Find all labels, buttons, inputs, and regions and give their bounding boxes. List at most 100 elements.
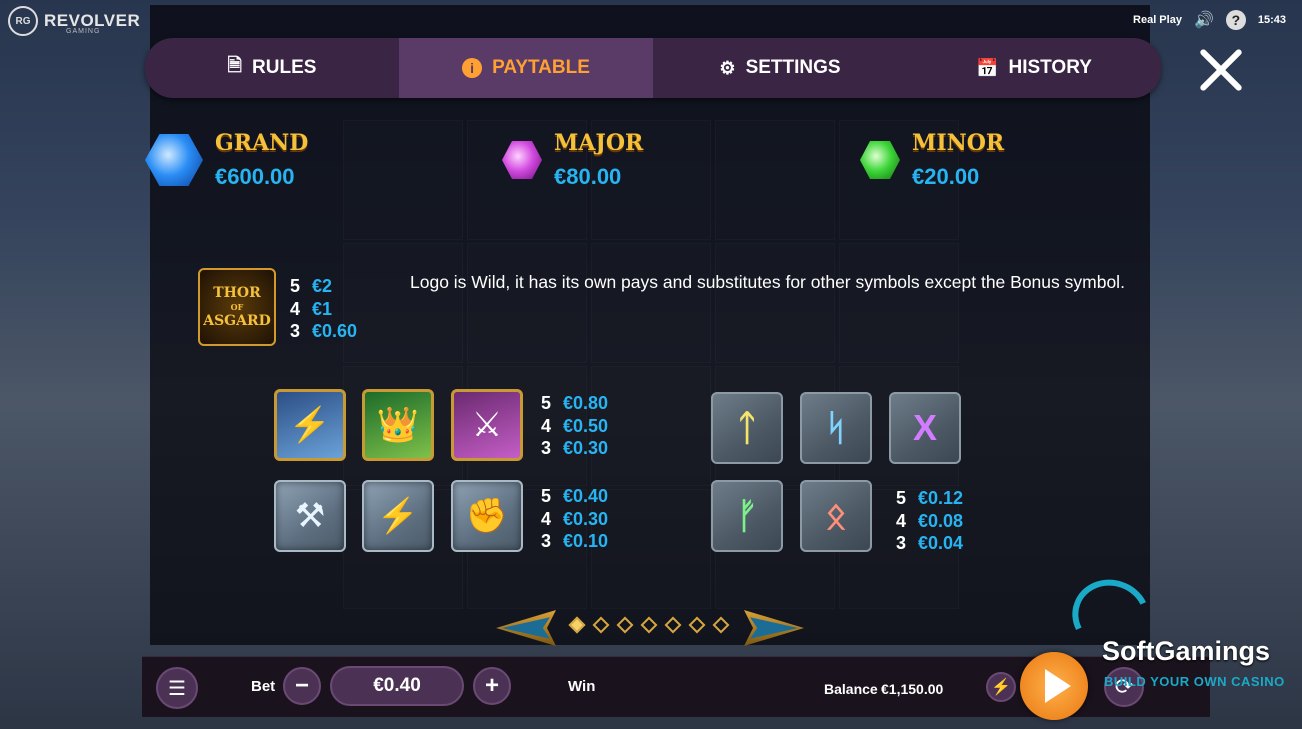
pay-row: 3 €0.10 <box>541 530 608 553</box>
pay-count: 5 <box>541 393 552 413</box>
status-bar: Real Play 🔊 ? 15:43 <box>1133 10 1286 30</box>
pay-value: €0.08 <box>918 510 964 531</box>
page-dot[interactable] <box>688 616 706 634</box>
pay-value: €0.40 <box>563 486 609 506</box>
page-dot[interactable] <box>664 616 682 634</box>
pay-count: 5 <box>896 488 907 508</box>
minus-icon: − <box>294 672 309 699</box>
tab-settings[interactable]: ⚙ SETTINGS <box>653 38 907 98</box>
document-icon: 🗎 <box>227 55 243 75</box>
fist-icon: ✊ <box>465 497 509 535</box>
rune-othala-icon: ᛟ <box>825 495 847 536</box>
tab-label: HISTORY <box>1008 57 1092 78</box>
pay-row: 4 €0.50 <box>541 415 608 438</box>
character-pays: 5 €0.80 4 €0.50 3 €0.30 <box>541 392 608 460</box>
pay-count: 5 <box>290 276 301 296</box>
pay-row: 5 €0.40 <box>541 485 608 508</box>
brand-sub: GAMING <box>66 28 101 35</box>
rune-sowilo-icon: ᛋ <box>825 407 847 448</box>
page-dot[interactable] <box>712 616 730 634</box>
green-gem-icon <box>860 141 900 179</box>
wild-description: Logo is Wild, it has its own pays and su… <box>410 272 1125 292</box>
page-dot[interactable] <box>568 616 586 634</box>
jackpot-minor: MINOR €20.00 <box>860 130 1004 190</box>
valkyrie-symbol: ⚔ <box>451 389 523 461</box>
loki-icon: 👑 <box>376 406 420 444</box>
pay-count: 3 <box>541 531 552 551</box>
loki-symbol: 👑 <box>362 389 434 461</box>
pay-row: 5 €0.80 <box>541 392 608 415</box>
pay-value: €0.50 <box>563 415 609 436</box>
jackpot-name: MAJOR <box>554 130 644 156</box>
pay-value: €0.12 <box>918 488 964 508</box>
logo-line: OF <box>230 302 244 312</box>
tab-paytable[interactable]: i PAYTABLE <box>399 38 653 98</box>
hamburger-icon: ☰ <box>168 677 186 700</box>
tab-rules[interactable]: 🗎 RULES <box>145 38 399 98</box>
fist-symbol: ✊ <box>451 480 523 552</box>
purple-gem-icon <box>502 141 542 179</box>
close-button[interactable] <box>1194 44 1246 96</box>
icon-pays: 5 €0.40 4 €0.30 3 €0.10 <box>541 485 608 553</box>
brand-mark: RG <box>8 6 38 36</box>
clock: 15:43 <box>1257 14 1286 26</box>
pay-value: €1 <box>312 298 333 319</box>
pay-row: 4 €1 <box>290 298 357 321</box>
hammer-icon: ⚒ <box>294 497 326 535</box>
pay-count: 4 <box>541 415 552 436</box>
revolver-logo: RG REVOLVER GAMING <box>8 6 140 36</box>
pay-value: €0.80 <box>563 393 609 413</box>
turbo-button[interactable]: ⚡ <box>986 672 1016 702</box>
bet-label: Bet <box>251 678 276 695</box>
bet-increase-button[interactable]: + <box>473 667 511 705</box>
jackpot-grand: GRAND €600.00 <box>145 130 308 190</box>
pay-value: €0.30 <box>563 438 609 458</box>
pay-count: 3 <box>290 321 301 341</box>
tab-history[interactable]: 📅 HISTORY <box>907 38 1161 98</box>
pay-value: €0.30 <box>563 508 609 529</box>
pay-row: 3 €0.60 <box>290 320 357 343</box>
page-dot[interactable] <box>592 616 610 634</box>
jackpot-name: GRAND <box>215 130 309 156</box>
jackpot-name: MINOR <box>912 130 1005 156</box>
speaker-icon[interactable]: 🔊 <box>1194 10 1214 30</box>
spin-button[interactable] <box>1020 652 1088 720</box>
pay-count: 4 <box>541 508 552 529</box>
pay-row: 5 €2 <box>290 275 357 298</box>
wild-pays: 5 €2 4 €1 3 €0.60 <box>290 275 357 343</box>
gear-icon: ⚙ <box>719 57 736 78</box>
pay-count: 5 <box>541 486 552 506</box>
play-icon <box>1045 669 1071 703</box>
info-icon: i <box>462 58 483 78</box>
rune-gebo-symbol: X <box>889 392 961 464</box>
balance-label: Balance <box>824 681 878 697</box>
valkyrie-icon: ⚔ <box>471 406 503 444</box>
page-dot[interactable] <box>616 616 634 634</box>
rune-wunjo-symbol: ᛏ <box>711 392 783 464</box>
logo-line: ASGARD <box>203 313 271 329</box>
balance-value: €1,150.00 <box>881 681 944 697</box>
pay-value: €0.10 <box>563 531 609 551</box>
page-dots <box>568 616 730 634</box>
rune-fehu-symbol: ᚠ <box>711 480 783 552</box>
plus-icon: + <box>484 672 499 699</box>
pay-count: 4 <box>290 298 301 319</box>
menu-tabs: 🗎 RULES i PAYTABLE ⚙ SETTINGS 📅 HISTORY <box>145 38 1161 98</box>
page-dot[interactable] <box>640 616 658 634</box>
pay-value: €0.60 <box>312 321 358 341</box>
jackpot-major: MAJOR €80.00 <box>502 130 643 190</box>
rune-othala-symbol: ᛟ <box>800 480 872 552</box>
hamburger-menu-button[interactable]: ☰ <box>156 667 198 709</box>
pay-count: 3 <box>896 533 907 553</box>
help-icon[interactable]: ? <box>1225 10 1246 30</box>
tab-label: SETTINGS <box>745 57 841 78</box>
bet-value[interactable]: €0.40 <box>330 666 464 706</box>
bet-decrease-button[interactable]: − <box>283 667 321 705</box>
pay-row: 3 €0.04 <box>896 532 963 555</box>
pay-row: 5 €0.12 <box>896 487 963 510</box>
watermark-name: SoftGamings <box>1102 636 1271 666</box>
lightning-icon: ⚡ <box>991 679 1011 696</box>
pay-row: 4 €0.30 <box>541 508 608 531</box>
win-label: Win <box>568 678 596 695</box>
tab-label: PAYTABLE <box>492 57 590 78</box>
